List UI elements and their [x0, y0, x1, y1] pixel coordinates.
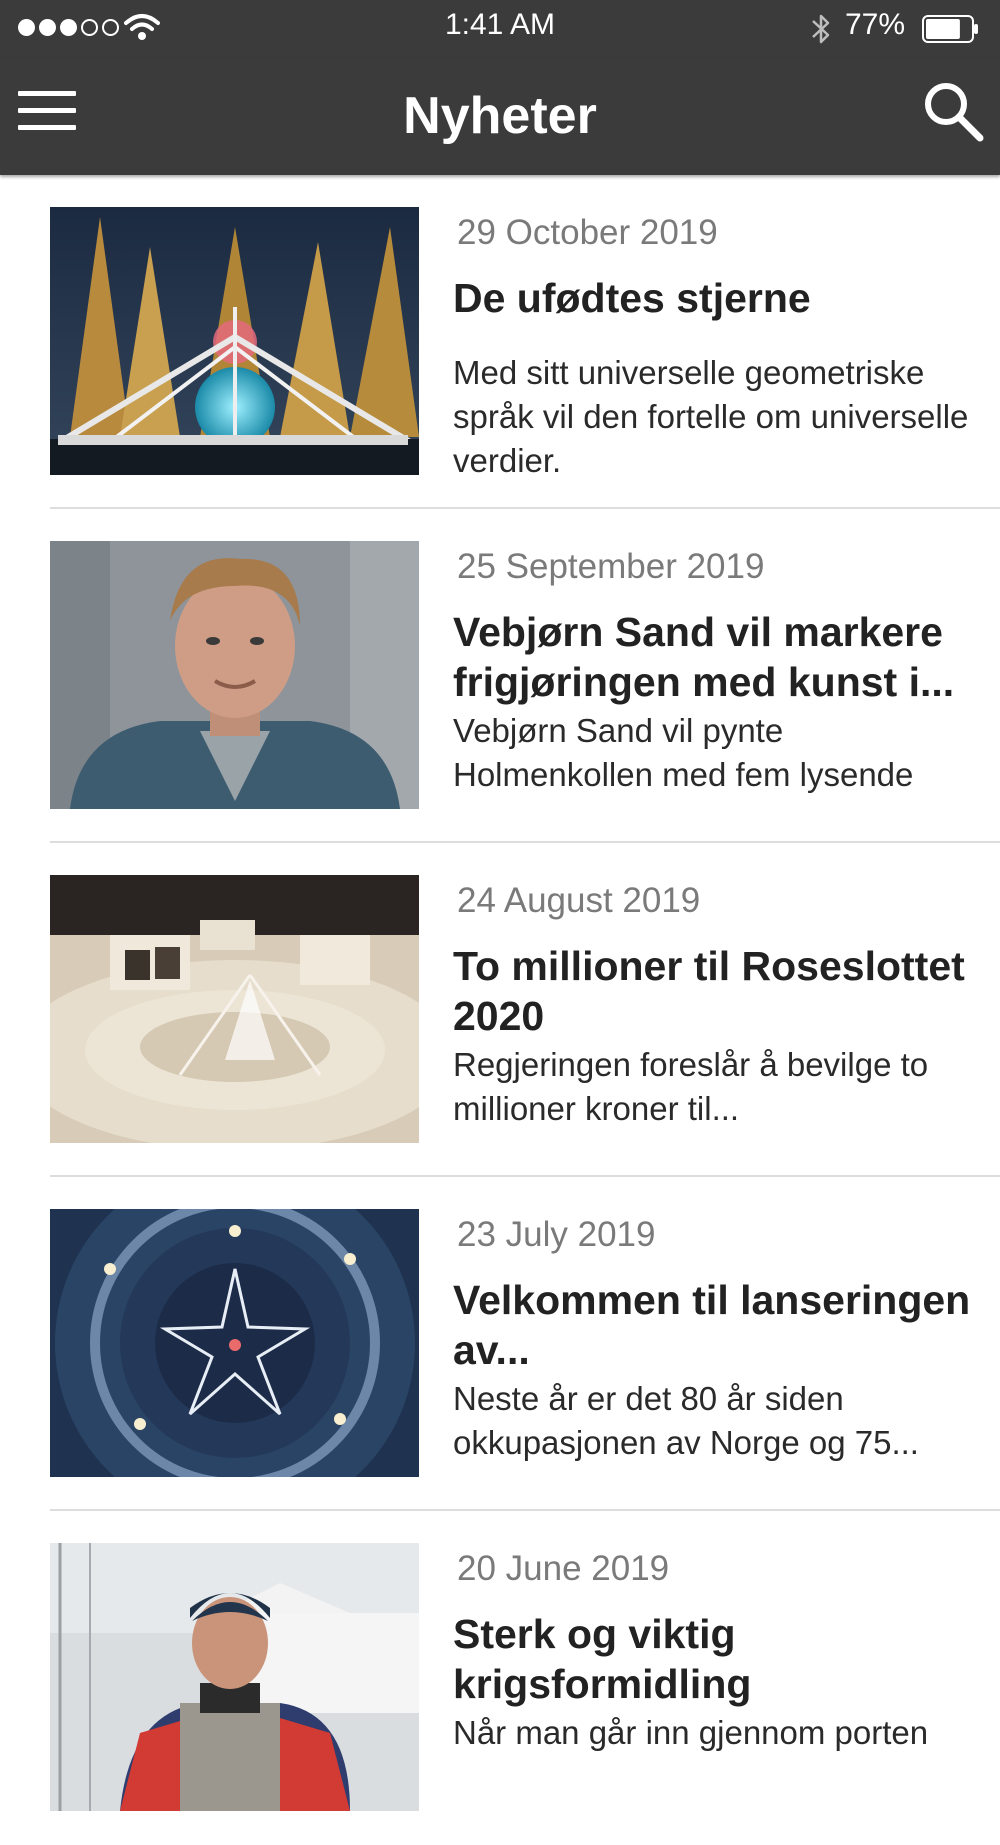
- article-date: 29 October 2019: [457, 213, 718, 252]
- article-thumbnail: [50, 1209, 419, 1477]
- news-item[interactable]: 29 October 2019 De ufødtes stjerne Med s…: [0, 175, 1000, 509]
- navigation-bar: Nyheter: [0, 58, 1000, 175]
- article-thumbnail: [50, 207, 419, 475]
- article-summary: Med sitt universelle geometriske språk v…: [453, 354, 969, 479]
- article-date: 25 September 2019: [457, 547, 765, 586]
- status-bar: 1:41 AM 77%: [0, 0, 1000, 58]
- article-title: Vebjørn Sand vil markere frigjøringen me…: [453, 609, 955, 705]
- article-title: To millioner til Roseslottet 2020: [453, 943, 965, 1039]
- article-date: 24 August 2019: [457, 881, 701, 920]
- news-item[interactable]: 23 July 2019 Velkommen til lanseringen a…: [0, 1177, 1000, 1511]
- article-thumbnail: [50, 875, 419, 1143]
- article-date: 20 June 2019: [457, 1549, 670, 1588]
- battery-icon: [922, 15, 978, 43]
- article-date: 23 July 2019: [457, 1215, 656, 1254]
- article-title: Velkommen til lanseringen av...: [453, 1277, 971, 1373]
- article-title: Sterk og viktig krigsformidling: [453, 1611, 752, 1707]
- bluetooth-icon: [812, 14, 830, 44]
- news-item[interactable]: 20 June 2019 Sterk og viktig krigsformid…: [0, 1511, 1000, 1845]
- search-icon[interactable]: [922, 80, 984, 142]
- battery-percent: 77%: [845, 8, 906, 41]
- article-thumbnail: [50, 1543, 419, 1811]
- article-summary: Når man går inn gjennom porten: [453, 1714, 929, 1751]
- article-title: De ufødtes stjerne: [453, 275, 811, 321]
- article-summary: Neste år er det 80 år siden okkupasjonen…: [453, 1380, 919, 1461]
- article-summary: Vebjørn Sand vil pynte Holmenkollen med …: [453, 712, 914, 793]
- news-item[interactable]: 25 September 2019 Vebjørn Sand vil marke…: [0, 509, 1000, 843]
- page-title: Nyheter: [403, 87, 597, 145]
- article-summary: Regjeringen foreslår å bevilge to millio…: [453, 1046, 929, 1127]
- article-thumbnail: [50, 541, 419, 809]
- news-item[interactable]: 24 August 2019 To millioner til Roseslot…: [0, 843, 1000, 1177]
